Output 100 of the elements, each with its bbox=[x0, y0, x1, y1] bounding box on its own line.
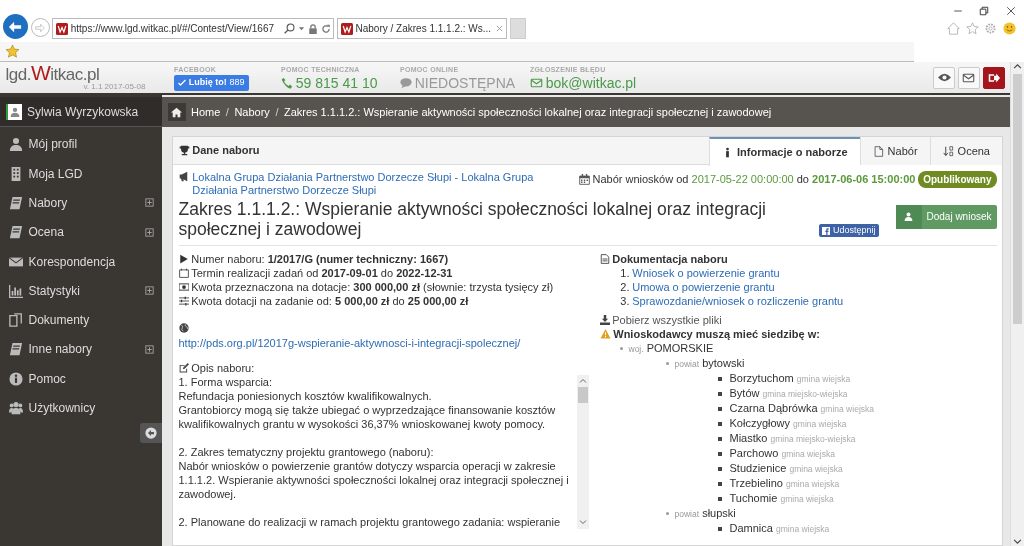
back-button[interactable] bbox=[2, 14, 28, 40]
breadcrumb-item: Zakres 1.1.1.2.: Wspieranie aktywności społeczności lokalnej oraz integracji społecznej i zawodowej bbox=[283, 104, 772, 120]
check-icon bbox=[178, 78, 186, 87]
book-icon bbox=[9, 342, 23, 357]
municipality-name: Czarna Dąbrówka bbox=[729, 401, 818, 414]
status-badge: Opublikowany bbox=[918, 170, 997, 188]
star-icon[interactable] bbox=[965, 22, 979, 36]
municipality-name: Kołczygłowy bbox=[729, 416, 791, 429]
organization-link[interactable]: Lokalna Grupa Działania Partnerstwo Dorzecze Słupi - Lokalna Grupa Działania Partnerstwo Dorzecze Słupi bbox=[192, 170, 539, 197]
close-icon[interactable] bbox=[1005, 5, 1016, 16]
logout-icon bbox=[987, 71, 1000, 84]
municipality-type: gmina miejsko-wiejska bbox=[770, 433, 856, 444]
municipality-type: gmina wiejska bbox=[785, 478, 840, 489]
eye-icon bbox=[937, 71, 951, 84]
site-icon bbox=[56, 22, 68, 35]
sidebar-item[interactable]: Statystyki bbox=[0, 276, 162, 306]
expand-icon bbox=[145, 286, 154, 296]
home-button[interactable] bbox=[167, 103, 186, 121]
sidebar-item[interactable]: Mój profil bbox=[0, 129, 162, 160]
municipality-name: Bytów bbox=[729, 386, 760, 399]
sidebar-item[interactable]: Ocena bbox=[0, 217, 162, 247]
scrollbar[interactable] bbox=[576, 374, 589, 529]
document-link[interactable]: Umowa o powierzenie grantu bbox=[632, 279, 775, 294]
document-link[interactable]: Wniosek o powierzenie grantu bbox=[632, 265, 780, 280]
restore-icon[interactable] bbox=[979, 5, 990, 16]
refresh-icon[interactable] bbox=[320, 23, 331, 34]
sidebar-item[interactable]: Użytkownicy bbox=[0, 393, 162, 423]
breadcrumb-separator: / bbox=[275, 104, 279, 120]
settings-icon[interactable] bbox=[984, 22, 998, 36]
municipality-type: gmina miejsko-wiejska bbox=[762, 388, 848, 399]
calendar-icon bbox=[178, 267, 189, 278]
book-icon bbox=[9, 196, 23, 210]
breadcrumb-separator: / bbox=[225, 104, 229, 120]
share-button[interactable]: Udostępnij bbox=[819, 224, 879, 237]
favorites-star-icon[interactable] bbox=[5, 45, 19, 58]
expand-icon bbox=[145, 227, 154, 237]
sidebar-item[interactable]: Nabory bbox=[0, 188, 162, 218]
globe-icon bbox=[178, 322, 189, 333]
county-prefix: powiat bbox=[674, 358, 700, 369]
user-icon bbox=[9, 106, 20, 117]
municipality-name: Trzebielino bbox=[729, 476, 783, 489]
municipality-name: Parchowo bbox=[729, 446, 779, 459]
expand-icon bbox=[145, 344, 154, 354]
envelope-icon bbox=[9, 254, 23, 269]
like-button[interactable]: Lubię to! 889 bbox=[174, 75, 249, 91]
contest-fact: Numer naboru: 1/2017/G (numer techniczny: 1667) bbox=[191, 251, 449, 266]
users-icon bbox=[9, 401, 23, 416]
breadcrumb-item[interactable]: Home bbox=[191, 103, 221, 121]
tab[interactable]: Nabór bbox=[859, 137, 930, 165]
collapse-button[interactable] bbox=[140, 423, 162, 443]
preview-button[interactable] bbox=[933, 66, 955, 89]
municipality-name: Miastko bbox=[729, 431, 768, 444]
municipality-type: gmina wiejska bbox=[789, 463, 843, 474]
arrow-left-circle-icon bbox=[145, 427, 157, 439]
user-icon bbox=[904, 212, 913, 222]
sidebar-item[interactable]: Korespondencja bbox=[0, 246, 162, 277]
lock-icon bbox=[307, 23, 318, 34]
chevron-down-icon bbox=[1013, 537, 1022, 546]
document-icon bbox=[599, 253, 610, 264]
browser-tab[interactable]: Nabory / Zakres 1.1.1.2.: Ws... bbox=[337, 18, 507, 40]
municipality-type: gmina wiejska bbox=[820, 403, 874, 414]
tab[interactable]: Ocena bbox=[929, 137, 1002, 165]
scrollbar-thumb[interactable] bbox=[1013, 74, 1022, 324]
caret-icon[interactable] bbox=[298, 25, 305, 33]
chevron-up-icon bbox=[578, 377, 587, 386]
requirement-title: Wnioskodawcy muszą mieć siedzibę w: bbox=[613, 326, 820, 341]
municipality-name: Tuchomie bbox=[729, 491, 778, 504]
version-text: v. 1.1 2017-05-08 bbox=[83, 82, 147, 93]
chat-icon bbox=[400, 76, 412, 89]
section-title: Dokumentacja naboru bbox=[612, 251, 728, 266]
trophy-icon bbox=[178, 145, 190, 156]
list-number: 2. bbox=[619, 279, 630, 294]
sidebar-item[interactable]: Inne nabory bbox=[0, 334, 162, 365]
sidebar-item[interactable]: Moja LGD bbox=[0, 159, 162, 189]
application-period: Nabór wniosków od 2017-05-22 00:00:00 do 2017-06-06 15:00:00 bbox=[592, 171, 916, 187]
sidebar-item[interactable]: Dokumenty bbox=[0, 305, 162, 335]
county-prefix: powiat bbox=[674, 508, 700, 519]
user-icon bbox=[9, 137, 23, 152]
logout-button[interactable] bbox=[982, 66, 1005, 89]
county-name: bytowski bbox=[702, 356, 745, 369]
breadcrumb-item[interactable]: Nabory bbox=[234, 103, 270, 121]
scrollbar-thumb[interactable] bbox=[577, 387, 588, 404]
contest-title: Zakres 1.1.1.2.: Wspieranie aktywności społeczności lokalnej oraz integracji społecznej i zawodowej bbox=[178, 199, 767, 240]
search-icon[interactable] bbox=[284, 23, 296, 35]
municipality-type: gmina wiejska bbox=[775, 523, 830, 534]
arrow-right-icon bbox=[35, 22, 45, 33]
logo[interactable]: lgd.Witkac.pl bbox=[5, 62, 162, 83]
website-link[interactable]: http://pds.org.pl/12017g-wspieranie-aktywnosci-i-integracji-spolecznej/ bbox=[178, 335, 589, 350]
calendar-icon bbox=[578, 173, 590, 185]
sidebar-item[interactable]: Pomoc bbox=[0, 364, 162, 394]
page-scrollbar[interactable] bbox=[1010, 62, 1024, 546]
list-number: 1. bbox=[619, 265, 630, 280]
messages-button[interactable] bbox=[957, 66, 980, 89]
document-link[interactable]: Sprawozdanie/wniosek o rozliczenie grantu bbox=[632, 293, 844, 308]
sort-icon bbox=[942, 145, 954, 157]
chevron-down-icon bbox=[578, 517, 587, 526]
county-name: słupski bbox=[702, 506, 736, 519]
tab[interactable]: Informacje o naborze bbox=[708, 137, 860, 166]
smiley-icon[interactable] bbox=[1002, 22, 1016, 36]
download-link[interactable]: Pobierz wszystkie pliki bbox=[612, 312, 722, 327]
